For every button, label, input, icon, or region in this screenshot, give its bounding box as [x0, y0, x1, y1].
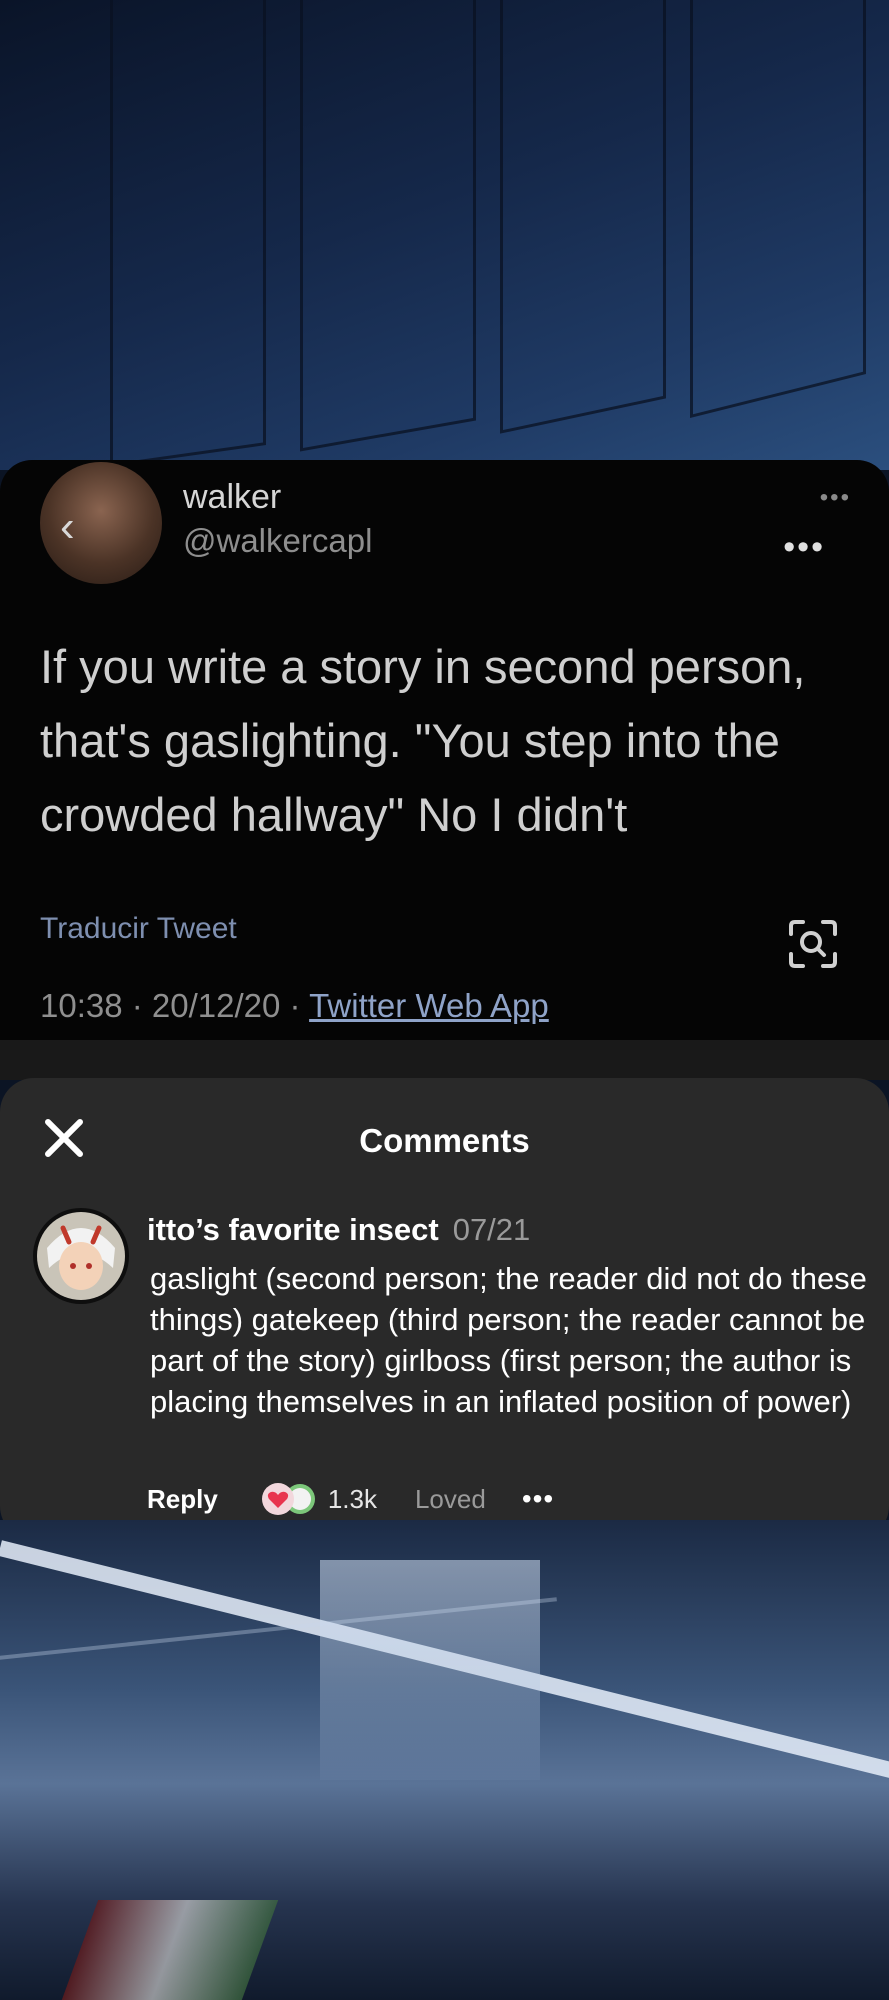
tweet-meta: 10:38 · 20/12/20 · Twitter Web App: [40, 987, 549, 1025]
window-frame: [300, 0, 476, 452]
comment-actions: Reply 1.3k Loved •••: [147, 1482, 554, 1516]
reply-button[interactable]: Reply: [147, 1484, 218, 1515]
window-frame: [500, 0, 666, 434]
tweet-more-icon[interactable]: •••: [783, 528, 825, 567]
like-count: 1.3k: [327, 1483, 377, 1514]
tweet-author-handle: @walkercapl: [183, 522, 373, 559]
heart-icon[interactable]: [260, 1482, 318, 1516]
comment-more-icon[interactable]: •••: [522, 1483, 554, 1515]
comment-username[interactable]: itto’s favorite insect 07/21: [147, 1212, 530, 1248]
divider: [0, 1040, 889, 1080]
window-frame: [690, 0, 866, 418]
tweet-text: If you write a story in second person, t…: [40, 640, 806, 841]
tweet-source-link[interactable]: Twitter Web App: [309, 987, 549, 1024]
back-chevron-icon[interactable]: ‹: [60, 505, 75, 549]
comment-avatar[interactable]: [33, 1208, 129, 1304]
tweet-author-name: walker: [183, 478, 282, 516]
comment-username-text: itto’s favorite insect: [147, 1212, 439, 1247]
reflection: [320, 1560, 540, 1780]
avatar-image: [37, 1212, 125, 1300]
comment-text: gaslight (second person; the reader did …: [150, 1261, 867, 1419]
visual-search-icon[interactable]: [787, 918, 839, 970]
more-icon[interactable]: •••: [820, 484, 851, 512]
tweet-avatar[interactable]: [40, 462, 162, 584]
loved-badge: Loved: [414, 1483, 486, 1514]
background-photo-bottom: [0, 1520, 889, 2000]
background-photo-top: [0, 0, 889, 470]
comment-date: 07/21: [452, 1212, 531, 1247]
street-object: [61, 1900, 279, 2000]
tweet-timestamp: 10:38 · 20/12/20 ·: [40, 987, 310, 1024]
window-frame: [110, 0, 266, 467]
translate-tweet-link[interactable]: Traducir Tweet: [40, 912, 237, 946]
panel-title: Comments: [359, 1122, 530, 1159]
